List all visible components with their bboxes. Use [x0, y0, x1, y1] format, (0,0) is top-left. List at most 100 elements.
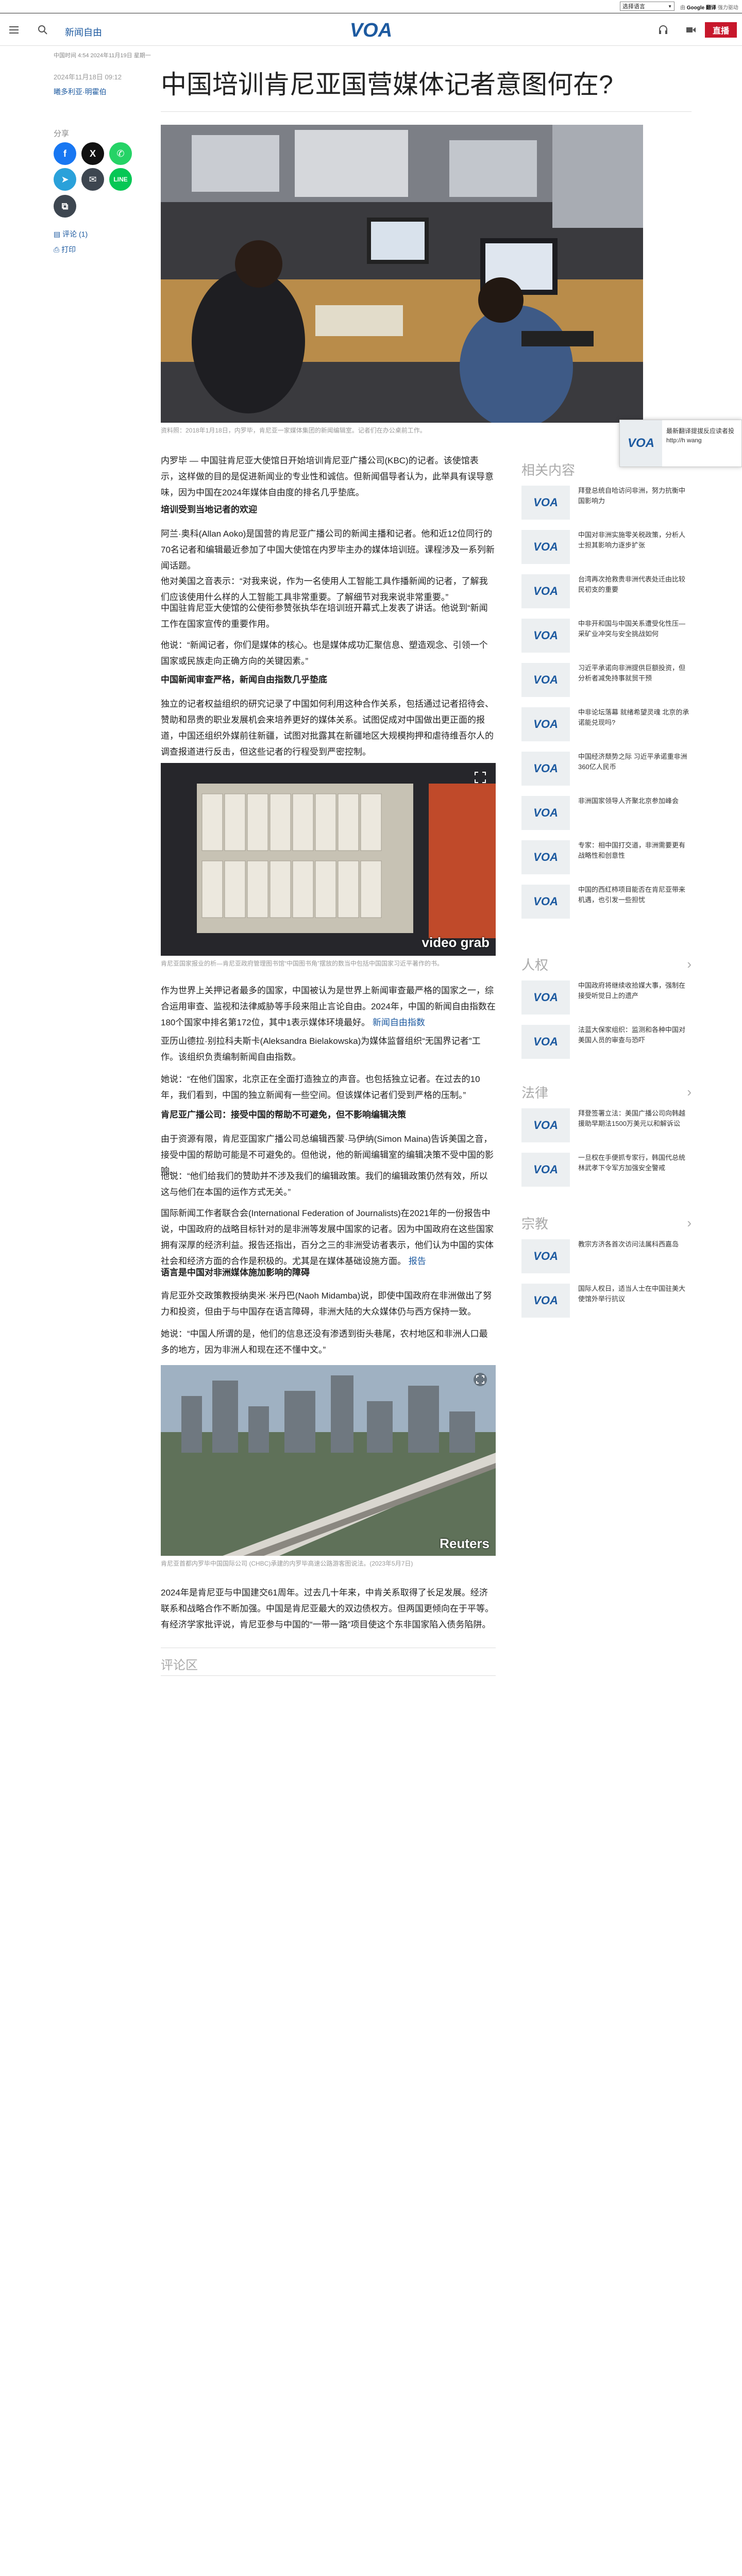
facebook-share-button[interactable]: f — [54, 142, 76, 165]
sidebar-item-title: 一旦权在手便抓专家行，韩国代总统林武孝下令军方加强安全警戒 — [578, 1154, 686, 1172]
thumbnail-logo-text: VOA — [533, 1163, 558, 1176]
voa-logo-icon: VOA — [521, 1025, 570, 1059]
voa-logo-icon[interactable]: VOA — [344, 19, 398, 41]
nairobi-expressway-image: Reuters — [161, 1365, 496, 1556]
paragraph-text: 国际新闻工作者联合会(International Federation of J… — [161, 1208, 494, 1266]
sidebar-list-item[interactable]: VOA 国际人权日，适当人士在中国驻美大使馆外举行抗议 — [521, 1284, 692, 1323]
paragraph: 他说：“新闻记者，你们是媒体的核心。也是媒体成功汇聚信息、塑造观念、引领一个国家… — [161, 640, 488, 666]
comments-bottom-divider — [161, 1675, 496, 1676]
chevron-right-icon: › — [687, 956, 692, 972]
search-icon[interactable] — [37, 24, 48, 36]
sidebar-list-item[interactable]: VOA 中非论坛落幕 就绪希望灵魂 北京的承诺能兑现吗? — [521, 707, 692, 746]
popup-logo-text: VOA — [627, 436, 654, 450]
sidebar-list-item[interactable]: VOA 教宗方济各首次访问法属科西嘉岛 — [521, 1239, 692, 1278]
whatsapp-share-button[interactable]: ✆ — [109, 142, 132, 165]
voa-logo-icon: VOA — [521, 840, 570, 874]
email-icon: ✉ — [89, 174, 97, 185]
thumbnail-logo-text: VOA — [533, 629, 558, 642]
voa-logo-icon: VOA — [521, 530, 570, 564]
hamburger-icon[interactable] — [8, 24, 20, 36]
sidebar-list-item[interactable]: VOA 拜登总统自哈访问非洲，努力抗衡中国影响力 — [521, 486, 692, 525]
line-share-button[interactable]: LINE — [109, 168, 132, 191]
author-link[interactable]: 曦多利亚·明霍伯 — [54, 87, 107, 97]
voa-logo-icon: VOA — [521, 486, 570, 520]
section-heading: 中国新闻审查严格，新闻自由指数几乎垫底 — [161, 675, 327, 685]
ifj-report-link[interactable]: 报告 — [409, 1256, 426, 1266]
sidebar-list-item[interactable]: VOA 中国经济颓势之际 习近平承诺重非洲360亿人民币 — [521, 752, 692, 791]
expand-icon[interactable] — [473, 1372, 487, 1387]
thumbnail-logo-text: VOA — [533, 851, 558, 863]
paragraph: 中国驻肯尼亚大使馆的公使衔参赞张执华在培训班开幕式上发表了讲话。他说到“新闻工作… — [161, 603, 488, 629]
thumbnail-logo-text: VOA — [533, 1250, 558, 1262]
sidebar-list-item[interactable]: VOA 法蓝大保家组织：监测和各种中国对美国人员的审查与恐吓 — [521, 1025, 692, 1064]
sidebar-item-title: 拜登签署立法：美国广播公司向韩越援助早期法1500万美元以和解诉讼 — [578, 1109, 686, 1127]
sidebar-section-header[interactable]: 人权 › — [521, 955, 692, 974]
sidebar-list-item[interactable]: VOA 习近平承诺向非洲提供巨额投资，但分析者减免持事就贸干预 — [521, 663, 692, 702]
library-image: video grab — [161, 763, 496, 956]
expand-icon[interactable] — [473, 770, 487, 785]
translate-brand[interactable]: Google — [687, 5, 704, 11]
paragraph: 她说：“中国人所谓的是，他们的信息还没有渗透到街头巷尾，农村地区和非洲人口最多的… — [161, 1329, 488, 1355]
sidebar-section-header[interactable]: 相关内容 — [521, 460, 692, 479]
sidebar-section-title: 法律 — [521, 1085, 549, 1101]
paragraph: 亚历山德拉·别拉科夫斯卡(Aleksandra Bielakowska)为媒体监… — [161, 1036, 481, 1062]
sidebar-item-title: 国际人权日，适当人士在中国驻美大使馆外举行抗议 — [578, 1285, 686, 1303]
paragraph: 独立的记者权益组织的研究记录了中国如何利用这种合作关系，包括通过记者招待会、赞助… — [161, 699, 494, 757]
thumbnail-logo-text: VOA — [533, 585, 558, 597]
voa-logo-icon: VOA — [521, 980, 570, 1015]
translate-word: 翻译 — [706, 5, 717, 11]
logo-text: VOA — [350, 20, 392, 41]
voa-logo-icon: VOA — [521, 1153, 570, 1187]
copy-link-button[interactable]: ⧉ — [54, 195, 76, 218]
sidebar-list-item[interactable]: VOA 中国政府将继续收拾媒大事，强制在接受听觉日上的遗产 — [521, 980, 692, 1020]
sidebar-list-item[interactable]: VOA 非洲国家领导人齐聚北京参加峰会 — [521, 796, 692, 835]
thumbnail-logo-text: VOA — [533, 762, 558, 775]
telegram-share-button[interactable]: ➤ — [54, 168, 76, 191]
sidebar-list-item[interactable]: VOA 台湾再次抢救贵非洲代表处迁由比较民初支的重要 — [521, 574, 692, 613]
sidebar-list-item[interactable]: VOA 专家：相中国打交道，非洲需要更有战略性和创意性 — [521, 840, 692, 879]
sidebar-item-title: 中国的西红柿项目能否在肯尼亚带来机遇，也引发一些担忧 — [578, 886, 686, 904]
language-select[interactable]: 选择语言 ▼ — [620, 2, 674, 11]
sidebar-item-title: 台湾再次抢救贵非洲代表处迁由比较民初支的重要 — [578, 575, 686, 593]
voa-logo-icon: VOA — [521, 1108, 570, 1142]
press-freedom-index-link[interactable]: 新闻自由指数 — [373, 1018, 425, 1027]
video-icon[interactable] — [685, 24, 697, 36]
sidebar-list-item[interactable]: VOA 中非开和国与中国关系遭受化性压—采矿业冲突与安全挑战如何 — [521, 619, 692, 658]
voa-logo-icon: VOA — [521, 1239, 570, 1273]
headphones-icon[interactable] — [657, 24, 669, 36]
popup-text: 最新翻译提拔反应读者投 http://h wang — [666, 427, 735, 444]
thumbnail-logo-text: VOA — [533, 540, 558, 553]
page-title: 中国培训肯尼亚国营媒体记者意图何在? — [161, 70, 613, 99]
comments-link[interactable]: ▤ 评论 (1) — [54, 229, 88, 239]
email-share-button[interactable]: ✉ — [81, 168, 104, 191]
sidebar-list-item[interactable]: VOA 拜登签署立法：美国广播公司向韩越援助早期法1500万美元以和解诉讼 — [521, 1108, 692, 1148]
sidebar-item-title: 中非论坛落幕 就绪希望灵魂 北京的承诺能兑现吗? — [578, 708, 689, 726]
video-grab-watermark: video grab — [421, 935, 490, 950]
print-link[interactable]: ⎙ 打印 — [54, 244, 76, 255]
sidebar-list-item[interactable]: VOA 中国的西红柿项目能否在肯尼亚带来机遇，也引发一些担忧 — [521, 885, 692, 924]
voa-logo-icon: VOA — [521, 707, 570, 741]
chevron-right-icon: › — [687, 1215, 692, 1231]
x-icon: X — [89, 148, 96, 159]
chevron-down-icon: ▼ — [668, 4, 672, 9]
sidebar-item-title: 中非开和国与中国关系遭受化性压—采矿业冲突与安全挑战如何 — [578, 620, 686, 638]
x-share-button[interactable]: X — [81, 142, 104, 165]
voa-logo-icon: VOA — [521, 663, 570, 697]
publish-date: 2024年11月18日 09:12 — [54, 73, 122, 81]
sidebar-item-title: 中国对非洲实施零关税政策，分析人士担其影响力逐步扩张 — [578, 531, 686, 549]
sidebar-item-title: 专家：相中国打交道，非洲需要更有战略性和创意性 — [578, 841, 686, 859]
section-link[interactable]: 新闻自由 — [65, 25, 102, 39]
live-button[interactable]: 直播 — [705, 22, 737, 38]
telegram-icon: ➤ — [61, 174, 69, 185]
sidebar-list-item[interactable]: VOA 中国对非洲实施零关税政策，分析人士担其影响力逐步扩张 — [521, 530, 692, 569]
thumbnail-logo-text: VOA — [533, 718, 558, 730]
voa-logo-icon: VOA — [521, 752, 570, 786]
sidebar-section-header[interactable]: 法律 › — [521, 1083, 692, 1102]
sidebar-item-title: 教宗方济各首次访问法属科西嘉岛 — [578, 1240, 679, 1248]
translate-suffix: 强力驱动 — [717, 5, 738, 11]
sidebar-list-item[interactable]: VOA 一旦权在手便抓专家行，韩国代总统林武孝下令军方加强安全警戒 — [521, 1153, 692, 1192]
sidebar-section-header[interactable]: 宗教 › — [521, 1214, 692, 1233]
nairobi-image-caption: 肯尼亚首都内罗毕中国国际公司 (CHBC)承建的内罗毕高速公路游客图说法。(20… — [161, 1560, 413, 1567]
print-icon: ⎙ — [54, 245, 60, 254]
sidebar-section-title: 人权 — [521, 957, 549, 973]
